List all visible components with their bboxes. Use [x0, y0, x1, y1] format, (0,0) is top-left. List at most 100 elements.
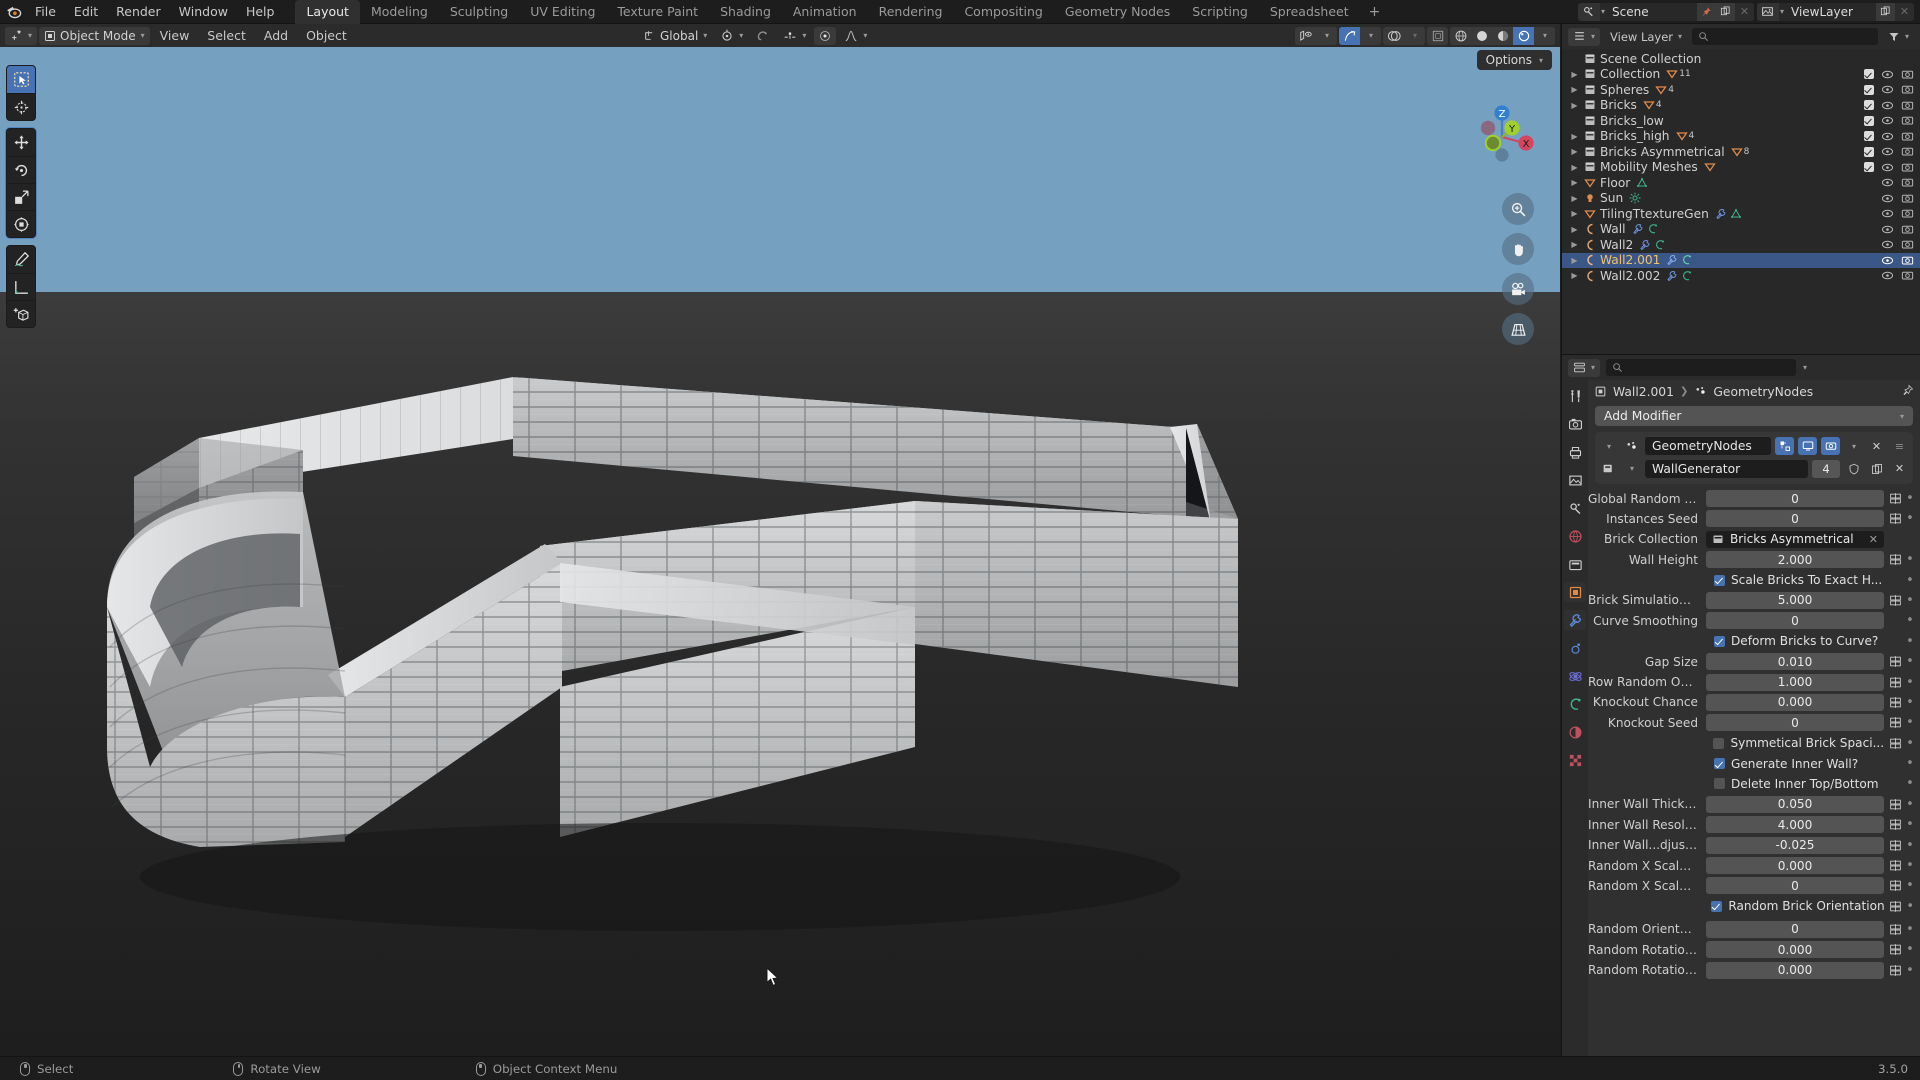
animate-property-dot[interactable]: •	[1903, 878, 1917, 893]
expand-arrow-icon[interactable]: ▶	[1568, 70, 1581, 79]
menu-help[interactable]: Help	[237, 2, 284, 22]
param-value-field[interactable]: 0.000	[1706, 941, 1884, 959]
enable-collection-checkbox[interactable]	[1864, 131, 1874, 142]
hide-in-viewport-icon[interactable]	[1881, 254, 1894, 267]
proportional-falloff-toggle[interactable]	[814, 26, 837, 45]
blender-logo-icon[interactable]	[0, 0, 26, 24]
show-overlays-icon[interactable]	[1383, 27, 1404, 45]
input-attribute-toggle-icon[interactable]	[1887, 716, 1903, 729]
outliner-row-spheres[interactable]: ▶ Spheres 4	[1562, 82, 1920, 98]
param-value-field[interactable]: -0.025	[1706, 836, 1884, 854]
input-attribute-toggle-icon[interactable]	[1887, 879, 1903, 892]
hide-in-viewport-icon[interactable]	[1881, 114, 1894, 127]
expand-arrow-icon[interactable]: ▶	[1568, 132, 1581, 141]
param-collection-field[interactable]: Bricks Asymmetrical ✕	[1706, 530, 1884, 548]
disable-in-render-icon[interactable]	[1901, 223, 1914, 236]
expand-arrow-icon[interactable]: ▶	[1568, 147, 1581, 156]
animate-property-dot[interactable]: •	[1903, 756, 1917, 771]
node-group-name-field[interactable]: WallGenerator	[1645, 459, 1808, 478]
menu-edit[interactable]: Edit	[65, 2, 107, 22]
outliner-row-collection[interactable]: ▶ Collection 11	[1562, 67, 1920, 83]
outliner-row-floor[interactable]: ▶ Floor	[1562, 175, 1920, 191]
disable-in-render-icon[interactable]	[1901, 83, 1914, 96]
tab-view-layer[interactable]	[1564, 470, 1586, 490]
tool-transform[interactable]	[7, 210, 35, 237]
expand-arrow-icon[interactable]: ▶	[1568, 101, 1581, 110]
param-value-field[interactable]: 0.010	[1706, 653, 1884, 671]
input-attribute-toggle-icon[interactable]	[1887, 676, 1903, 689]
input-attribute-toggle-icon[interactable]	[1888, 900, 1904, 913]
breadcrumb-modifier-name[interactable]: GeometryNodes	[1713, 385, 1813, 399]
input-attribute-toggle-icon[interactable]	[1887, 696, 1903, 709]
animate-property-dot[interactable]: •	[1903, 573, 1917, 588]
gizmo-caret-icon[interactable]: ▾	[1360, 27, 1381, 45]
outliner-display-mode-selector[interactable]: View Layer ▾	[1605, 28, 1687, 46]
disable-in-render-icon[interactable]	[1901, 114, 1914, 127]
disable-in-render-icon[interactable]	[1901, 207, 1914, 220]
param-value-field[interactable]: 0.000	[1706, 961, 1884, 979]
modifier-extras-menu[interactable]: ▾	[1844, 437, 1863, 455]
tab-rendering[interactable]: Rendering	[868, 0, 954, 24]
outliner-editor[interactable]: ▾ View Layer ▾ ▾ Scene Collection ▶ Coll…	[1561, 24, 1920, 354]
param-value-field[interactable]: 4.000	[1706, 816, 1884, 834]
tool-move[interactable]	[7, 129, 35, 156]
toggle-perspective-icon[interactable]	[1502, 313, 1534, 345]
remove-modifier-button[interactable]: ✕	[1867, 437, 1886, 455]
outliner-search-input[interactable]	[1692, 28, 1878, 45]
tab-tool[interactable]	[1564, 386, 1586, 406]
tab-output[interactable]	[1564, 442, 1586, 462]
enable-collection-checkbox[interactable]	[1864, 162, 1874, 173]
hide-in-viewport-icon[interactable]	[1881, 223, 1894, 236]
node-group-caret-icon[interactable]: ▾	[1622, 460, 1641, 478]
outliner-row-scene-collection[interactable]: Scene Collection	[1562, 51, 1920, 67]
animate-property-dot[interactable]: •	[1903, 491, 1917, 506]
animate-property-dot[interactable]: •	[1903, 797, 1917, 812]
node-group-user-count[interactable]: 4	[1812, 459, 1840, 478]
camera-view-icon[interactable]	[1502, 273, 1534, 305]
gizmo-selector[interactable]: ▾	[1339, 26, 1381, 45]
outliner-row-mobility-meshes[interactable]: ▶ Mobility Meshes	[1562, 160, 1920, 176]
expand-arrow-icon[interactable]: ▶	[1568, 194, 1581, 203]
animate-property-dot[interactable]: •	[1903, 675, 1917, 690]
tab-spreadsheet[interactable]: Spreadsheet	[1259, 0, 1360, 24]
expand-arrow-icon[interactable]: ▶	[1568, 271, 1581, 280]
enable-collection-checkbox[interactable]	[1864, 84, 1874, 95]
outliner-row-bricks[interactable]: ▶ Bricks 4	[1562, 98, 1920, 114]
tab-particles[interactable]	[1564, 638, 1586, 658]
disable-in-render-icon[interactable]	[1901, 99, 1914, 112]
tool-annotate[interactable]	[7, 246, 35, 273]
viewport-menu-select[interactable]: Select	[199, 28, 254, 43]
input-attribute-toggle-icon[interactable]	[1887, 594, 1903, 607]
shading-caret-icon[interactable]: ▾	[1534, 27, 1555, 45]
outliner-row-bricks-asymmetrical[interactable]: ▶ Bricks Asymmetrical 8	[1562, 144, 1920, 160]
snap-magnet-toggle[interactable]	[751, 27, 775, 45]
viewlayer-selector[interactable]: ▾ ViewLayer ✕	[1756, 2, 1914, 21]
properties-options-caret-icon[interactable]: ▾	[1803, 363, 1807, 372]
properties-editor[interactable]: ▾ ▾ Wall2.001 ❯ GeometryNodes Add Modifi…	[1561, 354, 1920, 1056]
expand-arrow-icon[interactable]: ▶	[1568, 85, 1581, 94]
show-gizmo-icon[interactable]	[1339, 26, 1360, 45]
animate-property-dot[interactable]: •	[1903, 963, 1917, 978]
disable-in-render-icon[interactable]	[1901, 238, 1914, 251]
zoom-view-icon[interactable]	[1502, 193, 1534, 225]
realtime-display-toggle[interactable]	[1798, 437, 1817, 455]
new-viewlayer-icon[interactable]	[1876, 2, 1895, 21]
animate-property-dot[interactable]: •	[1903, 634, 1917, 649]
tab-texture[interactable]	[1564, 750, 1586, 770]
input-attribute-toggle-icon[interactable]	[1887, 923, 1903, 936]
disable-in-render-icon[interactable]	[1901, 145, 1914, 158]
tab-sculpting[interactable]: Sculpting	[439, 0, 519, 24]
tab-render[interactable]	[1564, 414, 1586, 434]
input-attribute-toggle-icon[interactable]	[1887, 839, 1903, 852]
transform-orientation-selector[interactable]: Global ▾	[638, 27, 712, 45]
hide-in-viewport-icon[interactable]	[1881, 207, 1894, 220]
tab-layout[interactable]: Layout	[295, 0, 360, 24]
param-value-field[interactable]: 5.000	[1706, 591, 1884, 609]
disable-in-render-icon[interactable]	[1901, 68, 1914, 81]
viewport-menu-object[interactable]: Object	[298, 28, 355, 43]
clear-collection-icon[interactable]: ✕	[1869, 533, 1878, 546]
animate-property-dot[interactable]: •	[1903, 552, 1917, 567]
tab-object[interactable]	[1564, 582, 1586, 602]
tab-uv-editing[interactable]: UV Editing	[519, 0, 606, 24]
animate-property-dot[interactable]: •	[1903, 817, 1917, 832]
